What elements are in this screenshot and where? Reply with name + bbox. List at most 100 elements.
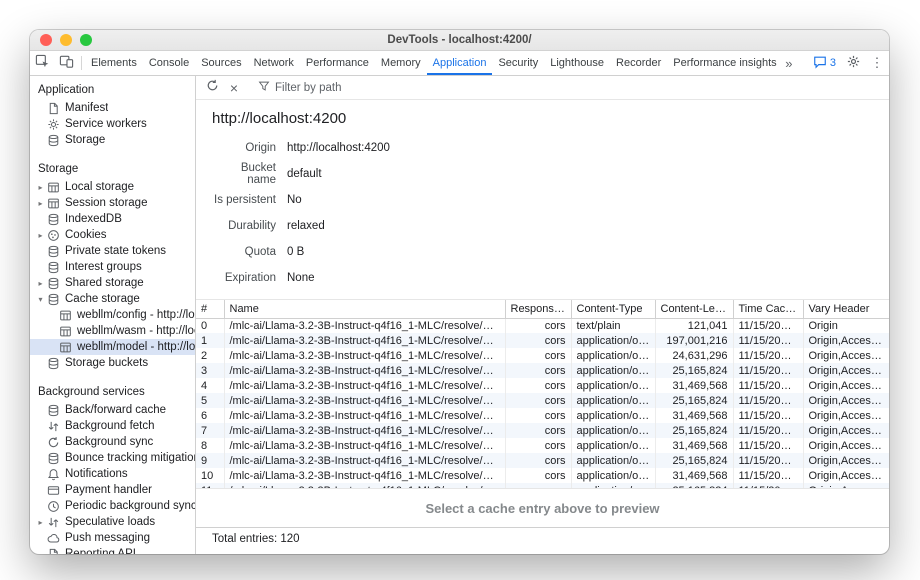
settings-button[interactable] [841, 54, 865, 72]
sidebar-item-indexeddb[interactable]: IndexedDB [30, 211, 195, 227]
tab-network[interactable]: Network [248, 51, 300, 75]
document-icon [46, 101, 60, 115]
cache-entry-row[interactable]: 5/mlc-ai/Llama-3.2-3B-Instruct-q4f16_1-M… [196, 393, 889, 408]
cell-index: 10 [196, 468, 224, 483]
cookie-icon [46, 228, 60, 242]
cell-content-type: application/oc… [571, 378, 655, 393]
feedback-button[interactable]: 3 [808, 55, 841, 72]
column-header-time-cached[interactable]: Time Cached [733, 300, 803, 318]
tab-performance[interactable]: Performance [300, 51, 375, 75]
sidebar-item-private-state-tokens[interactable]: Private state tokens [30, 243, 195, 259]
sidebar-item-webllm-model-http-loc[interactable]: webllm/model - http://loc… [30, 339, 195, 355]
sidebar-item-payment-handler[interactable]: Payment handler [30, 482, 195, 498]
cache-entry-row[interactable]: 4/mlc-ai/Llama-3.2-3B-Instruct-q4f16_1-M… [196, 378, 889, 393]
sidebar-item-cookies[interactable]: ▸Cookies [30, 227, 195, 243]
sidebar-item-label: Cache storage [65, 293, 140, 305]
sidebar-item-manifest[interactable]: Manifest [30, 100, 195, 116]
meta-row-bucket-name: Bucket namedefault [212, 161, 889, 187]
cell-time-cached: 11/15/2024, 10… [733, 468, 803, 483]
tab-performance-insights[interactable]: Performance insights [667, 51, 777, 75]
sidebar-item-storage-buckets[interactable]: Storage buckets [30, 355, 195, 371]
delete-selected-button[interactable]: × [223, 77, 245, 99]
tab-recorder[interactable]: Recorder [610, 51, 667, 75]
cache-entry-row[interactable]: 2/mlc-ai/Llama-3.2-3B-Instruct-q4f16_1-M… [196, 348, 889, 363]
close-button[interactable] [40, 34, 52, 46]
sidebar-item-push-messaging[interactable]: Push messaging [30, 530, 195, 546]
sidebar-item-background-sync[interactable]: Background sync [30, 434, 195, 450]
table-icon [58, 308, 72, 322]
inspect-element-button[interactable] [30, 51, 54, 75]
tab-console[interactable]: Console [143, 51, 195, 75]
column-header-name[interactable]: Name [224, 300, 505, 318]
kebab-menu-icon[interactable]: ⋮ [865, 55, 889, 71]
cache-entry-row[interactable]: 6/mlc-ai/Llama-3.2-3B-Instruct-q4f16_1-M… [196, 408, 889, 423]
sidebar-item-label: Shared storage [65, 277, 144, 289]
cache-entry-row[interactable]: 9/mlc-ai/Llama-3.2-3B-Instruct-q4f16_1-M… [196, 453, 889, 468]
sidebar-item-shared-storage[interactable]: ▸ Shared storage [30, 275, 195, 291]
cell-name: /mlc-ai/Llama-3.2-3B-Instruct-q4f16_1-ML… [224, 318, 505, 333]
column-header-content-length[interactable]: Content-Length [655, 300, 733, 318]
cache-entry-row[interactable]: 8/mlc-ai/Llama-3.2-3B-Instruct-q4f16_1-M… [196, 438, 889, 453]
chevron-down-icon[interactable]: ▾ [35, 295, 46, 304]
chevron-right-icon[interactable]: ▸ [35, 231, 46, 240]
sidebar-item-background-fetch[interactable]: Background fetch [30, 418, 195, 434]
cache-entry-row[interactable]: 1/mlc-ai/Llama-3.2-3B-Instruct-q4f16_1-M… [196, 333, 889, 348]
total-entries-status: Total entries: 120 [196, 527, 889, 554]
cache-entries-grid[interactable]: #NameResponse-TypeContent-TypeContent-Le… [196, 299, 889, 489]
cache-entry-row[interactable]: 0/mlc-ai/Llama-3.2-3B-Instruct-q4f16_1-M… [196, 318, 889, 333]
cache-entry-row[interactable]: 10/mlc-ai/Llama-3.2-3B-Instruct-q4f16_1-… [196, 468, 889, 483]
more-tabs-button[interactable]: » [777, 56, 801, 71]
cache-entry-row[interactable]: 7/mlc-ai/Llama-3.2-3B-Instruct-q4f16_1-M… [196, 423, 889, 438]
meta-value: default [287, 168, 322, 180]
cell-response-type: cors [505, 438, 571, 453]
sidebar-item-webllm-config-http-loc[interactable]: webllm/config - http://loc… [30, 307, 195, 323]
tab-elements[interactable]: Elements [85, 51, 143, 75]
tab-lighthouse[interactable]: Lighthouse [544, 51, 610, 75]
sidebar-item-notifications[interactable]: Notifications [30, 466, 195, 482]
chevron-right-icon[interactable]: ▸ [35, 279, 46, 288]
cell-vary-header: Origin,Access… [803, 378, 889, 393]
sidebar-item-cache-storage[interactable]: ▾ Cache storage [30, 291, 195, 307]
cell-time-cached: 11/15/2024, 10… [733, 348, 803, 363]
meta-value: No [287, 194, 302, 206]
tab-label: Sources [201, 57, 241, 69]
table-icon [58, 324, 72, 338]
tab-application[interactable]: Application [427, 51, 493, 75]
filter-input[interactable]: Filter by path [252, 80, 347, 95]
chevron-right-icon[interactable]: ▸ [35, 199, 46, 208]
tab-security[interactable]: Security [492, 51, 544, 75]
column-header-response-type[interactable]: Response-Type [505, 300, 571, 318]
refresh-button[interactable] [201, 77, 223, 99]
chevron-right-icon[interactable]: ▸ [35, 183, 46, 192]
sidebar-item-session-storage[interactable]: ▸ Session storage [30, 195, 195, 211]
sidebar-item-service-workers[interactable]: Service workers [30, 116, 195, 132]
sidebar-item-speculative-loads[interactable]: ▸Speculative loads [30, 514, 195, 530]
meta-row-durability: Durabilityrelaxed [212, 213, 889, 239]
chevron-right-icon[interactable]: ▸ [35, 518, 46, 527]
meta-value: None [287, 272, 315, 284]
tab-sources[interactable]: Sources [195, 51, 247, 75]
sidebar-item-interest-groups[interactable]: Interest groups [30, 259, 195, 275]
column-header-content-type[interactable]: Content-Type [571, 300, 655, 318]
meta-row-is-persistent: Is persistentNo [212, 187, 889, 213]
sidebar-section-application: Application [30, 80, 195, 100]
sidebar-item-label: Session storage [65, 197, 147, 209]
sidebar-item-back-forward-cache[interactable]: Back/forward cache [30, 402, 195, 418]
column-header-index[interactable]: # [196, 300, 224, 318]
sidebar-item-storage[interactable]: Storage [30, 132, 195, 148]
zoom-button[interactable] [80, 34, 92, 46]
sidebar-item-webllm-wasm-http-loca[interactable]: webllm/wasm - http://loca… [30, 323, 195, 339]
sidebar-item-bounce-tracking-mitigations[interactable]: Bounce tracking mitigations [30, 450, 195, 466]
sidebar-item-local-storage[interactable]: ▸Local storage [30, 179, 195, 195]
cache-toolbar: × Filter by path [196, 76, 889, 100]
device-toolbar-button[interactable] [54, 51, 78, 75]
devtools-window: DevTools - localhost:4200/ ElementsConso… [30, 30, 889, 554]
column-header-vary-header[interactable]: Vary Header [803, 300, 889, 318]
filter-placeholder: Filter by path [275, 82, 341, 94]
table-icon [58, 340, 72, 354]
sidebar-item-reporting-api[interactable]: Reporting API [30, 546, 195, 554]
sidebar-item-periodic-background-sync[interactable]: Periodic background sync [30, 498, 195, 514]
tab-memory[interactable]: Memory [375, 51, 427, 75]
minimize-button[interactable] [60, 34, 72, 46]
cache-entry-row[interactable]: 3/mlc-ai/Llama-3.2-3B-Instruct-q4f16_1-M… [196, 363, 889, 378]
